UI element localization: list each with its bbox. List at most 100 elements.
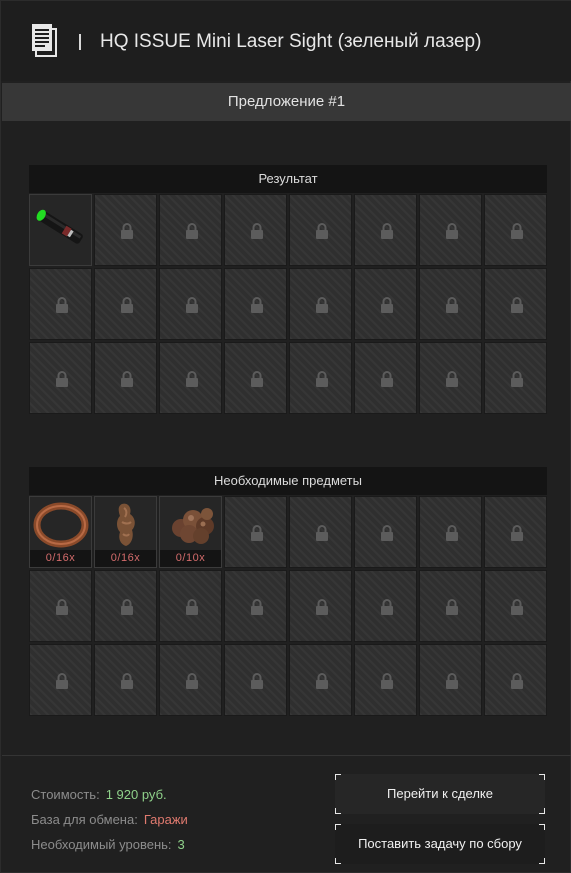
lock-icon xyxy=(446,673,458,689)
result-locked-slot xyxy=(354,342,417,414)
lock-icon xyxy=(186,297,198,313)
lock-icon xyxy=(186,371,198,387)
cost-value: 1 920 руб. xyxy=(105,787,167,802)
required-locked-slot xyxy=(354,644,417,716)
lock-icon xyxy=(56,371,68,387)
result-locked-slot xyxy=(419,342,482,414)
required-locked-slot xyxy=(159,644,222,716)
lock-icon xyxy=(186,599,198,615)
lock-icon xyxy=(56,599,68,615)
lock-icon xyxy=(316,223,328,239)
lock-icon xyxy=(121,223,133,239)
lock-icon xyxy=(316,599,328,615)
lock-icon xyxy=(121,297,133,313)
set-collect-task-button[interactable]: Поставить задачу по сбору xyxy=(335,824,545,864)
lock-icon xyxy=(186,223,198,239)
rock-cluster-icon xyxy=(172,508,214,544)
lock-icon xyxy=(251,223,263,239)
result-locked-slot xyxy=(419,268,482,340)
result-locked-slot xyxy=(29,342,92,414)
go-to-deal-label: Перейти к сделке xyxy=(387,786,493,801)
lock-icon xyxy=(446,525,458,541)
cost-label: Стоимость: xyxy=(31,787,100,802)
lock-icon xyxy=(381,673,393,689)
lock-icon xyxy=(121,599,133,615)
offer-bar: Предложение #1 xyxy=(2,83,571,121)
lock-icon xyxy=(381,297,393,313)
item-count: 0/16x xyxy=(95,550,156,567)
result-locked-slot xyxy=(484,342,547,414)
required-locked-slot xyxy=(289,644,352,716)
lock-icon xyxy=(381,223,393,239)
lock-icon xyxy=(446,599,458,615)
lock-icon xyxy=(251,297,263,313)
result-item-slot[interactable] xyxy=(29,194,92,266)
lock-icon xyxy=(446,223,458,239)
result-title: Результат xyxy=(258,171,318,186)
required-item-slot[interactable]: 0/16x xyxy=(94,496,157,568)
required-locked-slot xyxy=(289,570,352,642)
result-locked-slot xyxy=(224,268,287,340)
lock-icon xyxy=(121,673,133,689)
required-item-slot[interactable]: 0/10x xyxy=(159,496,222,568)
go-to-deal-button[interactable]: Перейти к сделке xyxy=(335,774,545,814)
cost-row: Стоимость: 1 920 руб. xyxy=(31,787,167,802)
result-locked-slot xyxy=(354,268,417,340)
result-locked-slot xyxy=(289,342,352,414)
base-row: База для обмена: Гаражи xyxy=(31,812,188,827)
required-header: Необходимые предметы xyxy=(29,467,547,495)
lock-icon xyxy=(316,371,328,387)
lock-icon xyxy=(381,599,393,615)
lock-icon xyxy=(316,525,328,541)
lock-icon xyxy=(511,599,523,615)
result-locked-slot xyxy=(289,194,352,266)
header: HQ ISSUE Mini Laser Sight (зеленый лазер… xyxy=(1,1,571,81)
lock-icon xyxy=(511,297,523,313)
lock-icon xyxy=(251,599,263,615)
required-locked-slot xyxy=(224,644,287,716)
lock-icon xyxy=(186,673,198,689)
required-locked-slot xyxy=(419,570,482,642)
base-value: Гаражи xyxy=(143,812,188,827)
lock-icon xyxy=(511,673,523,689)
offer-label: Предложение #1 xyxy=(227,93,346,110)
footer-divider xyxy=(2,755,571,756)
lock-icon xyxy=(316,297,328,313)
required-locked-slot xyxy=(29,644,92,716)
window-title: HQ ISSUE Mini Laser Sight (зеленый лазер… xyxy=(100,31,482,52)
required-locked-slot xyxy=(354,496,417,568)
result-grid xyxy=(29,194,547,414)
item-count: 0/10x xyxy=(160,550,221,567)
title-separator xyxy=(79,34,81,50)
result-locked-slot xyxy=(224,194,287,266)
lock-icon xyxy=(56,673,68,689)
required-item-slot[interactable]: 0/16x xyxy=(29,496,92,568)
craft-window: HQ ISSUE Mini Laser Sight (зеленый лазер… xyxy=(0,0,571,873)
result-locked-slot xyxy=(159,268,222,340)
lock-icon xyxy=(121,371,133,387)
result-locked-slot xyxy=(289,268,352,340)
laser-sight-icon xyxy=(36,209,83,244)
level-row: Необходимый уровень: 3 xyxy=(31,837,185,852)
required-title: Необходимые предметы xyxy=(214,473,362,488)
required-locked-slot xyxy=(224,570,287,642)
base-label: База для обмена: xyxy=(31,812,138,827)
result-locked-slot xyxy=(29,268,92,340)
document-icon xyxy=(32,24,57,57)
required-locked-slot xyxy=(419,644,482,716)
required-locked-slot xyxy=(159,570,222,642)
result-locked-slot xyxy=(94,342,157,414)
copper-coil-icon xyxy=(33,502,89,548)
required-locked-slot xyxy=(484,496,547,568)
lock-icon xyxy=(56,297,68,313)
required-locked-slot xyxy=(29,570,92,642)
level-label: Необходимый уровень: xyxy=(31,837,172,852)
required-locked-slot xyxy=(484,644,547,716)
rusty-statue-icon xyxy=(117,503,135,546)
result-locked-slot xyxy=(419,194,482,266)
result-locked-slot xyxy=(159,342,222,414)
lock-icon xyxy=(251,371,263,387)
set-collect-task-label: Поставить задачу по сбору xyxy=(358,836,522,851)
required-locked-slot xyxy=(484,570,547,642)
lock-icon xyxy=(316,673,328,689)
